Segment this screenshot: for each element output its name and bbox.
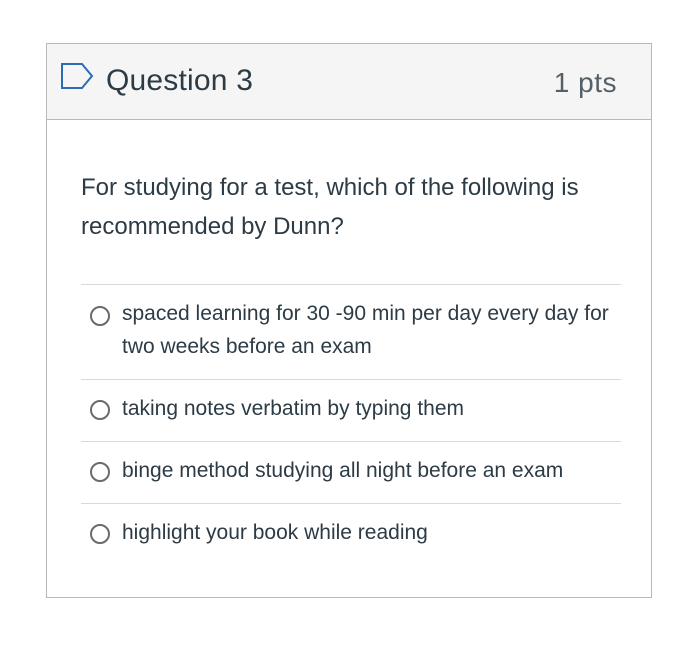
answer-list: spaced learning for 30 -90 min per day e…	[81, 284, 621, 565]
question-points: 1 pts	[553, 67, 617, 98]
answer-option[interactable]: highlight your book while reading	[81, 503, 621, 565]
answer-option[interactable]: binge method studying all night before a…	[81, 441, 621, 503]
answer-option[interactable]: spaced learning for 30 -90 min per day e…	[81, 284, 621, 379]
radio-button[interactable]	[90, 306, 110, 326]
question-header: Question 3 1 pts	[47, 44, 651, 120]
answer-option[interactable]: taking notes verbatim by typing them	[81, 379, 621, 441]
radio-button[interactable]	[90, 524, 110, 544]
radio-button[interactable]	[90, 400, 110, 420]
question-text: For studying for a test, which of the fo…	[81, 174, 579, 240]
question-card: Question 3 1 pts For studying for a test…	[46, 43, 652, 598]
flag-outline-icon[interactable]	[60, 62, 94, 90]
answer-label[interactable]: spaced learning for 30 -90 min per day e…	[122, 297, 617, 363]
answer-label[interactable]: binge method studying all night before a…	[122, 454, 617, 487]
question-title: Question 3	[106, 64, 254, 97]
radio-button[interactable]	[90, 462, 110, 482]
answer-label[interactable]: highlight your book while reading	[122, 516, 617, 549]
answer-label[interactable]: taking notes verbatim by typing them	[122, 392, 617, 425]
